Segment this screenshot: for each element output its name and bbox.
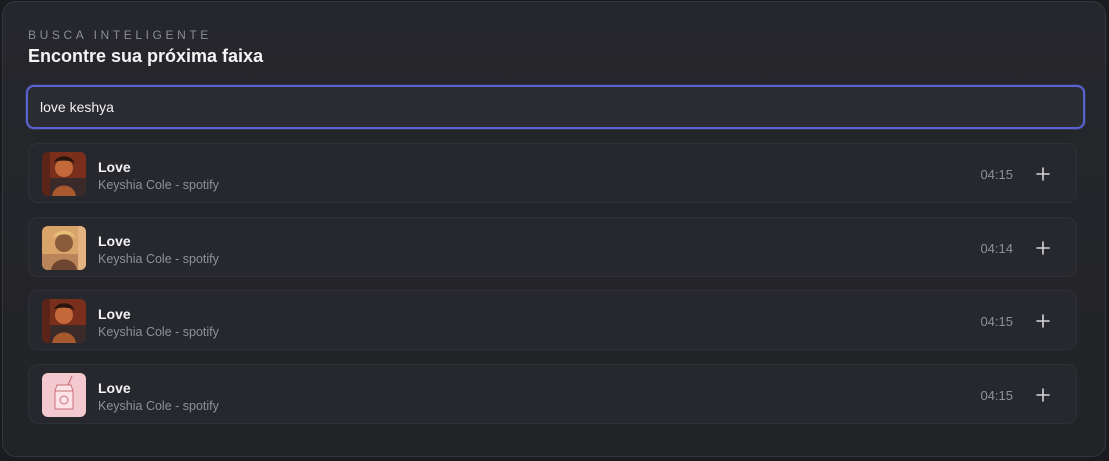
add-track-button[interactable] bbox=[1032, 310, 1054, 332]
add-track-button[interactable] bbox=[1032, 163, 1054, 185]
track-title: Love bbox=[98, 379, 131, 396]
track-duration: 04:14 bbox=[980, 240, 1013, 256]
search-input[interactable] bbox=[26, 85, 1085, 129]
track-artist-source: Keyshia Cole - spotify bbox=[98, 325, 219, 339]
track-duration: 04:15 bbox=[980, 387, 1013, 403]
add-track-button[interactable] bbox=[1032, 384, 1054, 406]
track-row[interactable]: Love Keyshia Cole - spotify 04:15 bbox=[28, 143, 1077, 203]
track-title: Love bbox=[98, 159, 131, 175]
track-row[interactable]: Love Keyshia Cole - spotify 04:15 bbox=[28, 363, 1077, 424]
album-cover-image bbox=[42, 225, 86, 270]
track-title: Love bbox=[98, 306, 131, 322]
track-title: Love bbox=[98, 232, 131, 249]
track-duration: 04:15 bbox=[980, 167, 1013, 182]
album-cover-image bbox=[42, 372, 86, 417]
album-cover-image bbox=[42, 299, 86, 343]
album-cover-image bbox=[42, 152, 86, 196]
page-title: Encontre sua próxima faixa bbox=[28, 46, 264, 66]
plus-icon bbox=[1036, 167, 1050, 181]
search-panel: BUSCA INTELIGENTE Encontre sua próxima f… bbox=[2, 1, 1106, 457]
plus-icon bbox=[1036, 314, 1050, 328]
track-row[interactable]: Love Keyshia Cole - spotify 04:14 bbox=[28, 216, 1077, 277]
add-track-button[interactable] bbox=[1032, 237, 1054, 259]
results-list: Love Keyshia Cole - spotify 04:15 Love K… bbox=[28, 143, 1077, 437]
section-eyebrow: BUSCA INTELIGENTE bbox=[28, 28, 212, 42]
track-duration: 04:15 bbox=[980, 314, 1013, 329]
track-artist-source: Keyshia Cole - spotify bbox=[98, 398, 219, 413]
track-artist-source: Keyshia Cole - spotify bbox=[98, 178, 219, 192]
plus-icon bbox=[1036, 387, 1050, 402]
plus-icon bbox=[1036, 240, 1050, 255]
track-artist-source: Keyshia Cole - spotify bbox=[98, 251, 219, 266]
track-row[interactable]: Love Keyshia Cole - spotify 04:15 bbox=[28, 290, 1077, 350]
